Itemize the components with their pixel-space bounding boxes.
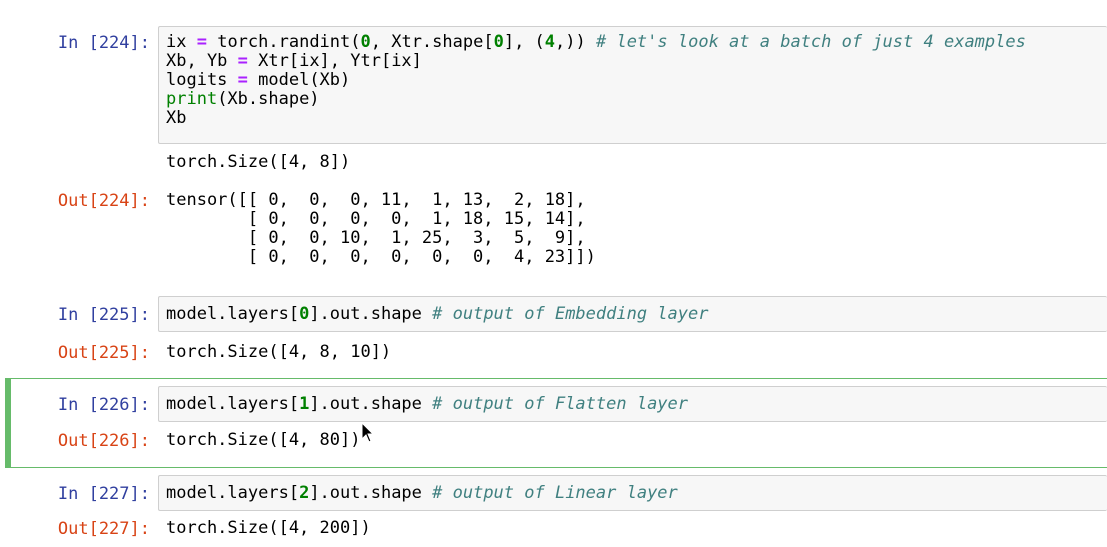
code-token: Xtr[ix], Ytr[ix] bbox=[247, 51, 422, 71]
code-token: ].out.shape bbox=[309, 394, 433, 414]
code-token: model.layers[ bbox=[166, 483, 300, 503]
code-line: model.layers[1].out.shape # output of Fl… bbox=[166, 395, 688, 414]
code-token: model(Xb) bbox=[247, 70, 351, 90]
out-prompt: Out[224]: bbox=[57, 191, 150, 211]
cell-227[interactable]: In [227]: model.layers[2].out.shape # ou… bbox=[0, 468, 1107, 547]
output-line: torch.Size([4, 80]) bbox=[166, 430, 361, 450]
code-line: model.layers[0].out.shape # output of Em… bbox=[166, 305, 708, 324]
selected-cell-bar bbox=[5, 378, 11, 468]
code-token: , Xtr.shape[ bbox=[370, 32, 494, 52]
code-token: 1 bbox=[299, 394, 310, 414]
code-token: 2 bbox=[299, 483, 310, 503]
code-line: Xb bbox=[166, 109, 1026, 128]
code-token: model.layers[ bbox=[166, 304, 300, 324]
output-line: [ 0, 0, 0, 0, 1, 18, 15, 14], bbox=[166, 209, 586, 229]
code-comment: # let's look at a batch of just 4 exampl… bbox=[595, 32, 1026, 52]
arrow-cursor-icon bbox=[361, 422, 375, 443]
code-token: logits bbox=[166, 70, 238, 90]
out-prompt: Out[225]: bbox=[57, 343, 150, 363]
output-line: torch.Size([4, 200]) bbox=[166, 518, 371, 538]
code-token: Xb bbox=[166, 108, 187, 128]
cell-225[interactable]: In [225]: model.layers[0].out.shape # ou… bbox=[0, 290, 1107, 370]
in-prompt: In [226]: bbox=[57, 395, 150, 415]
output-text: torch.Size([4, 8, 10]) bbox=[166, 343, 391, 362]
code-token: model.layers[ bbox=[166, 394, 300, 414]
code-token: (Xb.shape) bbox=[217, 89, 320, 109]
output-text: tensor([[ 0, 0, 0, 11, 1, 13, 2, 18], [ … bbox=[166, 191, 596, 267]
code-token: ix bbox=[166, 32, 197, 52]
output-line: [ 0, 0, 10, 1, 25, 3, 5, 9], bbox=[166, 228, 586, 248]
in-prompt: In [227]: bbox=[57, 484, 150, 504]
code-input[interactable]: model.layers[1].out.shape # output of Fl… bbox=[158, 386, 1107, 422]
output-text: torch.Size([4, 200]) bbox=[166, 519, 371, 538]
code-line: print(Xb.shape) bbox=[166, 90, 1026, 109]
cell-224[interactable]: In [224]: ix = torch.randint(0, Xtr.shap… bbox=[0, 0, 1107, 290]
code-comment: # output of Flatten layer bbox=[432, 394, 689, 414]
in-prompt: In [225]: bbox=[57, 305, 150, 325]
code-token: print bbox=[166, 89, 218, 109]
code-token: 0 bbox=[360, 32, 371, 52]
code-editor[interactable]: ix = torch.randint(0, Xtr.shape[0], (4,)… bbox=[166, 33, 1026, 128]
code-token: torch.randint( bbox=[206, 32, 361, 52]
output-line: tensor([[ 0, 0, 0, 11, 1, 13, 2, 18], bbox=[166, 190, 586, 210]
out-prompt: Out[226]: bbox=[57, 431, 150, 451]
code-comment: # output of Linear layer bbox=[432, 483, 678, 503]
code-line: model.layers[2].out.shape # output of Li… bbox=[166, 484, 678, 503]
code-token: ,)) bbox=[555, 32, 596, 52]
code-input[interactable]: model.layers[0].out.shape # output of Em… bbox=[158, 296, 1107, 332]
code-line: logits = model(Xb) bbox=[166, 71, 1026, 90]
out-prompt: Out[227]: bbox=[57, 519, 150, 539]
code-token: ], ( bbox=[503, 32, 545, 52]
code-line: ix = torch.randint(0, Xtr.shape[0], (4,)… bbox=[166, 33, 1026, 52]
code-token: 0 bbox=[493, 32, 504, 52]
stdout-text: torch.Size([4, 8]) bbox=[166, 152, 351, 172]
code-token: ].out.shape bbox=[309, 483, 433, 503]
code-token: 4 bbox=[544, 32, 556, 52]
in-prompt: In [224]: bbox=[57, 33, 150, 53]
code-input[interactable]: model.layers[2].out.shape # output of Li… bbox=[158, 475, 1107, 511]
code-editor[interactable]: model.layers[1].out.shape # output of Fl… bbox=[166, 395, 688, 414]
code-editor[interactable]: model.layers[0].out.shape # output of Em… bbox=[166, 305, 708, 324]
code-token: = bbox=[237, 70, 248, 90]
code-token: Xb, Yb bbox=[166, 51, 238, 71]
code-input[interactable]: ix = torch.randint(0, Xtr.shape[0], (4,)… bbox=[158, 26, 1107, 144]
code-token: = bbox=[237, 51, 248, 71]
code-comment: # output of Embedding layer bbox=[432, 304, 709, 324]
code-line: Xb, Yb = Xtr[ix], Ytr[ix] bbox=[166, 52, 1026, 71]
output-line: torch.Size([4, 8, 10]) bbox=[166, 342, 392, 362]
output-line: [ 0, 0, 0, 0, 0, 0, 4, 23]]) bbox=[166, 247, 596, 267]
code-editor[interactable]: model.layers[2].out.shape # output of Li… bbox=[166, 484, 678, 503]
code-token: 0 bbox=[299, 304, 310, 324]
output-text: torch.Size([4, 80]) bbox=[166, 431, 360, 450]
code-token: ].out.shape bbox=[309, 304, 433, 324]
code-token: = bbox=[196, 32, 207, 52]
cell-226-selected[interactable]: In [226]: model.layers[1].out.shape # ou… bbox=[0, 378, 1107, 468]
